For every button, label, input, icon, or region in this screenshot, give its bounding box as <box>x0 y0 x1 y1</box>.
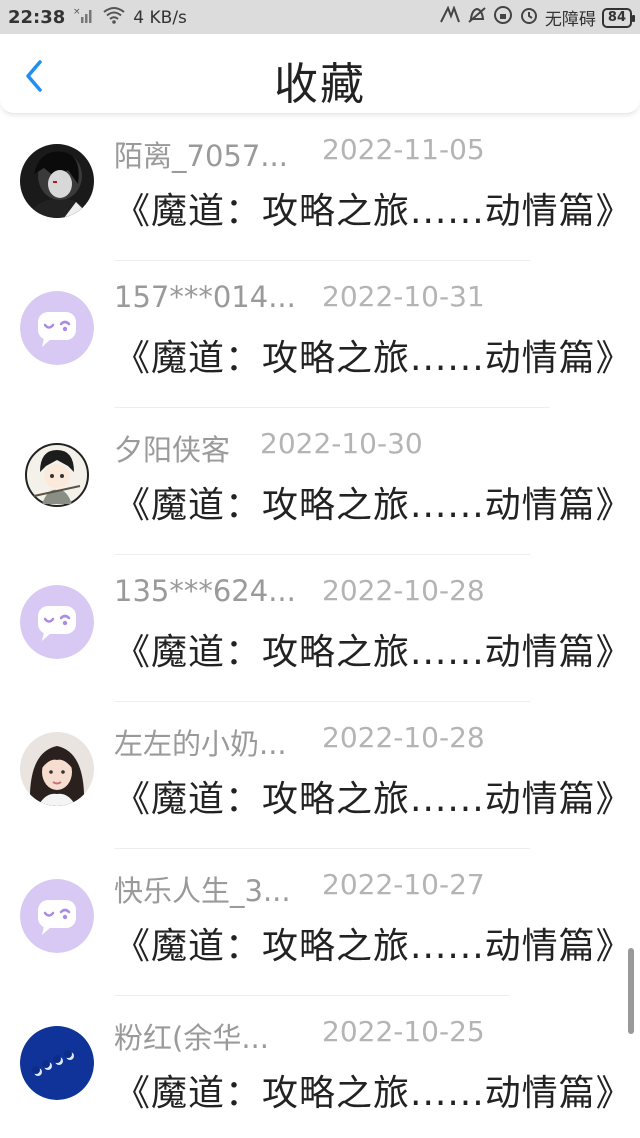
alarm-icon <box>519 5 539 30</box>
favorites-list: 陌离_7057... 2022-11-05 《魔道：攻略之旅......动情篇》… <box>0 114 640 1138</box>
book-title[interactable]: 《魔道：攻略之旅......动情篇》 <box>114 1064 633 1116</box>
avatar[interactable] <box>20 1026 94 1100</box>
list-item[interactable]: 左左的小奶... 2022-10-28 《魔道：攻略之旅......动情篇》 <box>0 702 640 849</box>
page-title: 收藏 <box>274 59 366 110</box>
item-date: 2022-10-25 <box>322 1015 485 1048</box>
username: 157***014... <box>114 280 296 314</box>
avatar[interactable] <box>20 585 94 659</box>
status-bar: 22:38 × 4 KB/s 无障碍 84 <box>0 0 640 34</box>
item-date: 2022-11-05 <box>322 133 485 166</box>
avatar[interactable] <box>20 291 94 365</box>
list-item[interactable]: 夕阳侠客 2022-10-30 《魔道：攻略之旅......动情篇》 <box>0 408 640 555</box>
book-title[interactable]: 《魔道：攻略之旅......动情篇》 <box>114 770 633 822</box>
username: 135***624... <box>114 574 296 608</box>
username: 粉红(余华... <box>114 1021 269 1055</box>
username: 快乐人生_3... <box>114 874 291 908</box>
item-date: 2022-10-27 <box>322 868 485 901</box>
wifi-icon <box>103 6 125 29</box>
avatar[interactable] <box>20 438 94 512</box>
battery-icon: 84 <box>601 7 636 28</box>
avatar[interactable] <box>20 144 94 218</box>
app-header: 收藏 <box>0 34 640 114</box>
accessibility-label: 无障碍 <box>544 10 596 30</box>
item-date: 2022-10-28 <box>322 721 485 754</box>
list-item[interactable]: 陌离_7057... 2022-11-05 《魔道：攻略之旅......动情篇》 <box>0 114 640 261</box>
mute-bell-icon <box>467 6 487 29</box>
book-title[interactable]: 《魔道：攻略之旅......动情篇》 <box>114 917 633 969</box>
scrollbar[interactable] <box>628 948 634 1034</box>
item-date: 2022-10-28 <box>322 574 485 607</box>
svg-text:×: × <box>73 7 81 17</box>
book-title[interactable]: 《魔道：攻略之旅......动情篇》 <box>114 476 633 528</box>
avatar[interactable] <box>20 732 94 806</box>
battery-level: 84 <box>607 9 626 25</box>
list-item[interactable]: 粉红(余华... 2022-10-25 《魔道：攻略之旅......动情篇》 <box>0 996 640 1138</box>
signal-icon: × <box>73 6 95 29</box>
username: 陌离_7057... <box>114 139 288 173</box>
item-date: 2022-10-31 <box>322 280 485 313</box>
network-speed: 4 KB/s <box>133 7 187 28</box>
item-date: 2022-10-30 <box>260 427 423 460</box>
list-item[interactable]: 135***624... 2022-10-28 《魔道：攻略之旅......动情… <box>0 555 640 702</box>
clock: 22:38 <box>8 7 66 28</box>
lock-rotation-icon <box>493 5 513 30</box>
list-item[interactable]: 快乐人生_3... 2022-10-27 《魔道：攻略之旅......动情篇》 <box>0 849 640 996</box>
book-title[interactable]: 《魔道：攻略之旅......动情篇》 <box>114 623 633 675</box>
avatar[interactable] <box>20 879 94 953</box>
book-title[interactable]: 《魔道：攻略之旅......动情篇》 <box>114 182 633 234</box>
username: 左左的小奶... <box>114 727 287 761</box>
list-item[interactable]: 157***014... 2022-10-31 《魔道：攻略之旅......动情… <box>0 261 640 408</box>
username: 夕阳侠客 <box>114 433 231 467</box>
book-title[interactable]: 《魔道：攻略之旅......动情篇》 <box>114 329 633 381</box>
nfc-icon <box>439 5 461 29</box>
